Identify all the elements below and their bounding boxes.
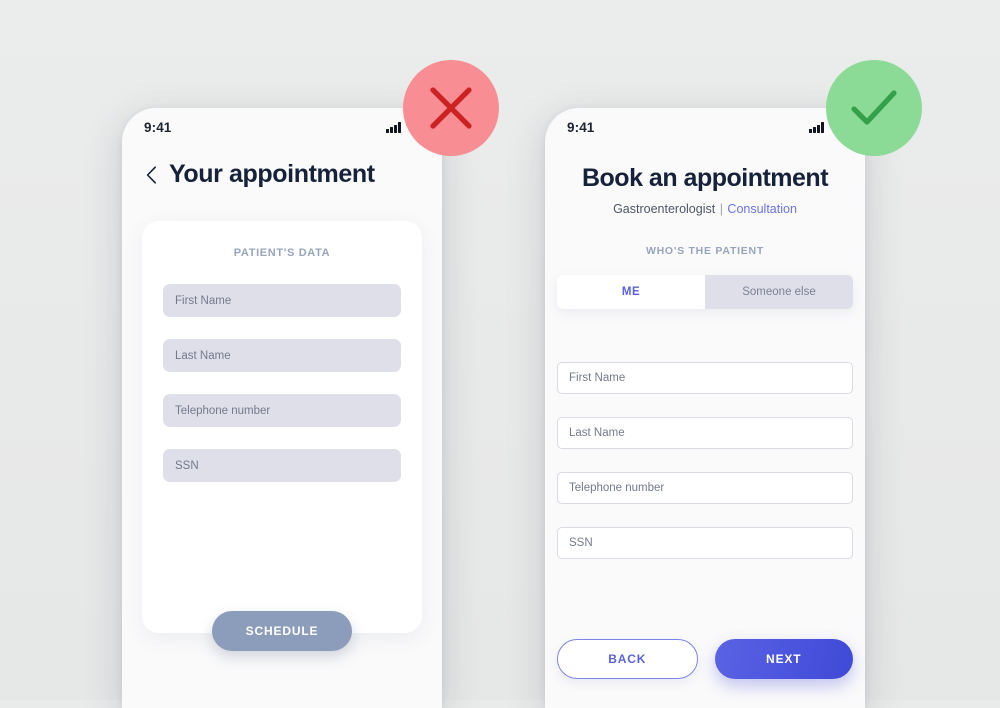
chevron-left-icon[interactable]: [146, 165, 157, 184]
status-bar: 9:41: [122, 108, 442, 142]
patient-selector-segmented-control: ME Someone else: [557, 275, 853, 309]
subtitle-separator: |: [719, 202, 723, 216]
segment-someone-else[interactable]: Someone else: [705, 275, 853, 309]
card-section-label: PATIENT'S DATA: [233, 247, 331, 259]
last-name-placeholder: Last Name: [569, 427, 625, 439]
comparison-stage: 9:41 Your appointment PATIENT'S DATA Fir…: [0, 0, 1000, 708]
phone-mockup-bad-example: 9:41 Your appointment PATIENT'S DATA Fir…: [122, 108, 442, 708]
subtitle-consultation-link[interactable]: Consultation: [727, 202, 797, 216]
status-bar-time: 9:41: [567, 119, 595, 135]
first-name-placeholder: First Name: [569, 372, 626, 384]
segment-me[interactable]: ME: [557, 275, 705, 309]
telephone-number-field[interactable]: Telephone number: [163, 394, 401, 427]
back-button[interactable]: BACK: [557, 639, 698, 679]
ssn-field[interactable]: SSN: [163, 449, 401, 482]
appointment-subtitle: Gastroenterologist | Consultation: [545, 193, 865, 216]
last-name-field[interactable]: Last Name: [163, 339, 401, 372]
first-name-placeholder: First Name: [175, 294, 232, 307]
cross-icon: [430, 87, 472, 129]
first-name-field[interactable]: First Name: [163, 284, 401, 317]
schedule-button[interactable]: SCHEDULE: [212, 611, 352, 651]
telephone-number-field[interactable]: Telephone number: [557, 472, 853, 504]
telephone-number-placeholder: Telephone number: [175, 404, 271, 417]
telephone-number-placeholder: Telephone number: [569, 482, 665, 494]
cellular-signal-icon: [809, 122, 824, 133]
status-bar-time: 9:41: [144, 119, 172, 135]
next-button[interactable]: NEXT: [714, 639, 853, 679]
ssn-field[interactable]: SSN: [557, 527, 853, 559]
section-label-who-is-patient: WHO'S THE PATIENT: [645, 245, 765, 257]
phone-mockup-good-example: 9:41 Book an appointment Gastroenterolog…: [545, 108, 865, 708]
screen-header: Your appointment: [122, 142, 442, 189]
badge-good-example: [826, 60, 922, 156]
cellular-signal-icon: [386, 122, 401, 133]
ssn-placeholder: SSN: [569, 537, 593, 549]
patient-form-fields: First Name Last Name Telephone number SS…: [142, 284, 422, 482]
page-title: Your appointment: [169, 160, 375, 188]
subtitle-specialty: Gastroenterologist: [613, 202, 716, 216]
badge-bad-example: [403, 60, 499, 156]
first-name-field[interactable]: First Name: [557, 362, 853, 394]
patient-form-fields: First Name Last Name Telephone number SS…: [545, 362, 865, 559]
ssn-placeholder: SSN: [175, 459, 199, 472]
form-action-bar: BACK NEXT: [557, 639, 853, 679]
patient-data-card: PATIENT'S DATA First Name Last Name Tele…: [142, 221, 422, 633]
page-title: Book an appointment: [581, 164, 829, 192]
check-icon: [851, 90, 897, 125]
last-name-placeholder: Last Name: [175, 349, 231, 362]
status-bar: 9:41: [545, 108, 865, 142]
last-name-field[interactable]: Last Name: [557, 417, 853, 449]
